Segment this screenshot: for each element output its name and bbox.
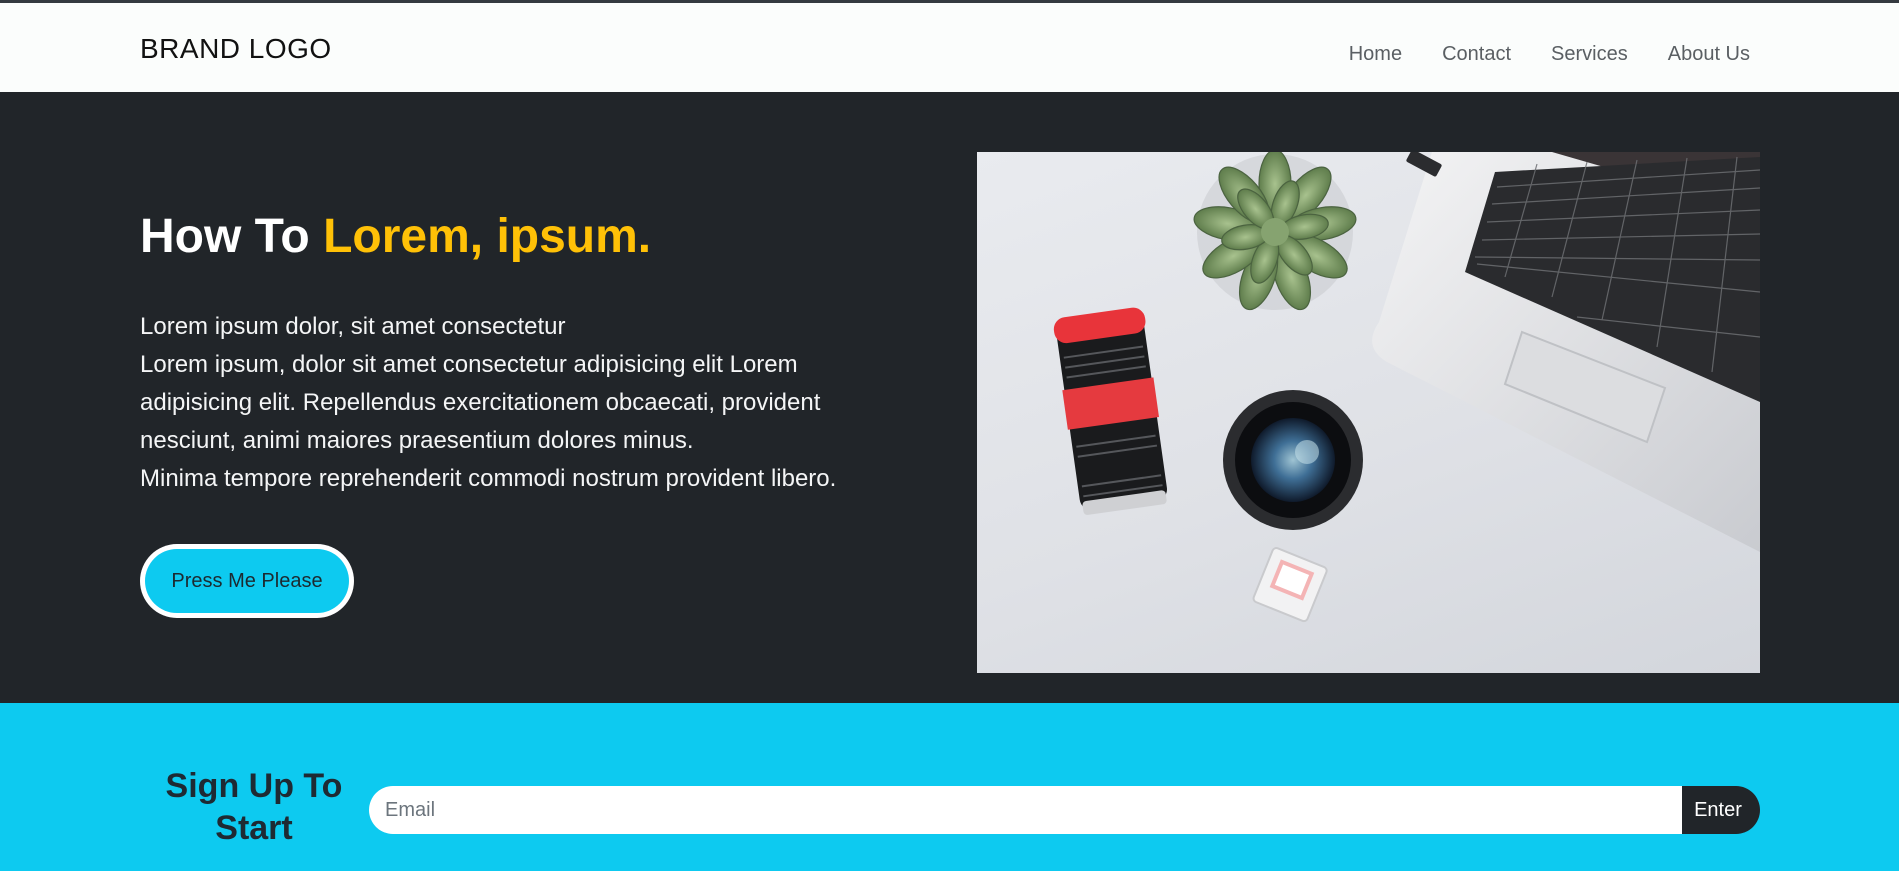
hero-title: How To Lorem, ipsum. (140, 209, 651, 264)
hero-paragraph-line: Lorem ipsum, dolor sit amet consectetur … (140, 351, 821, 454)
nav-link-about-us[interactable]: About Us (1668, 43, 1750, 66)
plant-illustration (1193, 152, 1357, 311)
hero-title-accent: Lorem, ipsum. (323, 210, 652, 263)
signup-form: Enter (369, 786, 1760, 834)
signup-section: Sign Up To Start Enter (0, 703, 1899, 871)
enter-button[interactable]: Enter (1682, 786, 1760, 834)
navbar: BRAND LOGO Home Contact Services About U… (0, 3, 1899, 92)
signup-title: Sign Up To Start (165, 767, 343, 847)
press-me-button-label: Press Me Please (145, 549, 349, 613)
nav-links: Home Contact Services About Us (1349, 43, 1750, 66)
hero-paragraph-line: Minima tempore reprehenderit commodi nos… (140, 465, 837, 492)
hero-paragraph: Lorem ipsum dolor, sit amet consectetur … (140, 308, 860, 498)
email-field[interactable] (369, 786, 1682, 834)
laptop-illustration (1372, 152, 1760, 552)
press-me-button[interactable]: Press Me Please (140, 544, 354, 618)
hero-title-prefix: How To (140, 210, 324, 263)
nav-link-home[interactable]: Home (1349, 43, 1402, 66)
memory-card-illustration (1252, 547, 1328, 623)
hero-image (977, 152, 1760, 673)
nav-link-contact[interactable]: Contact (1442, 43, 1511, 66)
nav-link-services[interactable]: Services (1551, 43, 1628, 66)
camera-lens-illustration (1053, 307, 1168, 515)
hero-paragraph-line: Lorem ipsum dolor, sit amet consectetur (140, 313, 566, 340)
hero-section: How To Lorem, ipsum. Lorem ipsum dolor, … (0, 92, 1899, 703)
lens-top-illustration (1223, 390, 1363, 530)
desk-photo-icon (1053, 152, 1760, 623)
brand-logo[interactable]: BRAND LOGO (140, 33, 332, 65)
